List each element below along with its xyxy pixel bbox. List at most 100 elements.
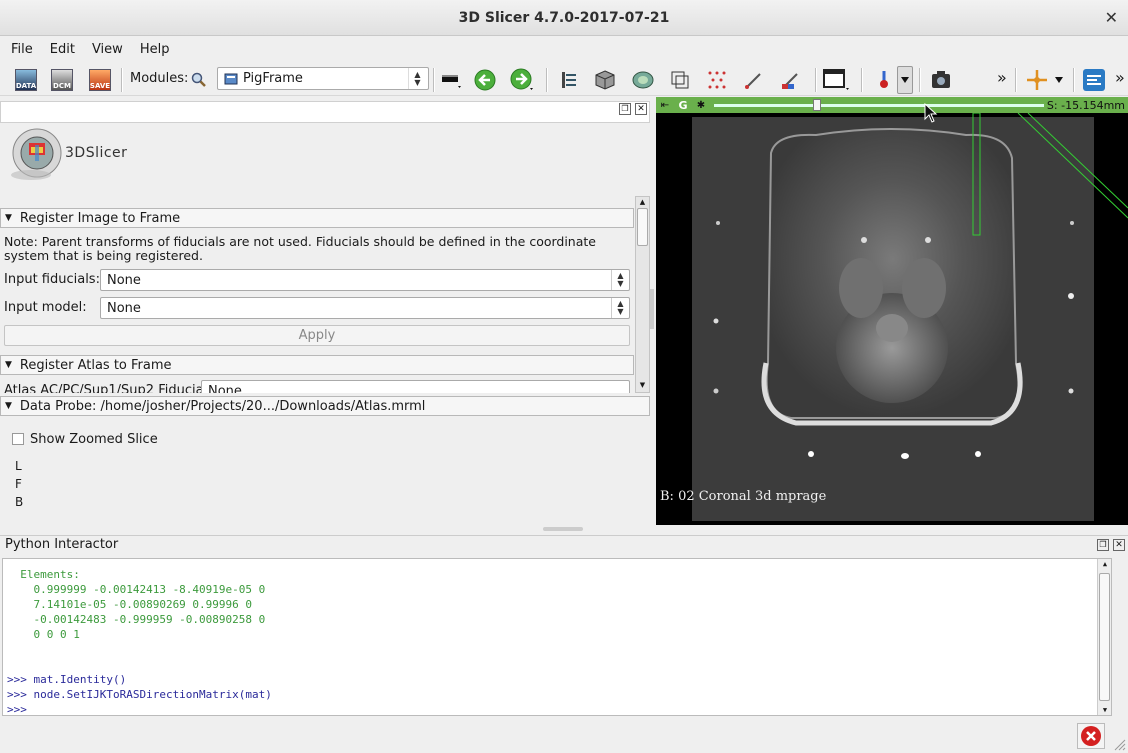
panel-splitter-handle[interactable] [650, 289, 654, 329]
load-data-button[interactable]: DATA [12, 66, 40, 94]
crosshair-dropdown[interactable] [1048, 66, 1070, 94]
modules-label: Modules: [130, 71, 189, 86]
dcm-icon-label: DCM [53, 82, 71, 90]
scrollbar-thumb[interactable] [637, 208, 648, 246]
module-panel-titlebar [0, 101, 650, 123]
mri-slice-image [692, 113, 1128, 521]
close-panel-icon[interactable]: ✕ [635, 103, 647, 115]
slice-overlay-label: B: 02 Coronal 3d mprage [660, 489, 827, 504]
menubar: File Edit View Help [0, 37, 1128, 62]
menu-edit[interactable]: Edit [44, 42, 81, 57]
save-button[interactable]: SAVE [86, 66, 114, 94]
vertical-splitter-handle[interactable] [543, 527, 583, 531]
arrow-right-icon [510, 68, 533, 90]
forward-button[interactable] [508, 66, 536, 94]
toolbar-overflow-button-2[interactable]: » [1115, 68, 1125, 87]
register-image-section-header[interactable]: ▼ Register Image to Frame [0, 208, 634, 228]
dicom-button[interactable]: DCM [48, 66, 76, 94]
extensions-icon [1083, 69, 1105, 91]
python-scrollbar-thumb[interactable] [1099, 573, 1110, 701]
toolbar-separator [121, 68, 123, 92]
data-probe-title: Data Probe: /home/josher/Projects/20.../… [19, 398, 426, 414]
segment-brush-icon [782, 73, 798, 89]
crosshair-button[interactable] [1023, 66, 1051, 94]
python-clipped-line [3, 559, 1111, 563]
editor-module-button[interactable] [740, 66, 768, 94]
toolbar-separator [919, 68, 921, 92]
volumes-module-button[interactable] [591, 66, 619, 94]
segment-editor-button[interactable] [777, 66, 805, 94]
python-line: >>> node.SetIJKToRASDirectionMatrix(mat) [7, 688, 272, 701]
extension-manager-button[interactable] [1080, 66, 1108, 94]
python-console-output[interactable]: Elements: 0.999999 -0.00142413 -8.40919e… [2, 558, 1112, 716]
slice-controller-bar: ⇤ G ✱ S: -15.154mm [656, 97, 1128, 113]
python-title: Python Interactor [5, 537, 119, 552]
link-icon[interactable]: ✱ [692, 100, 710, 111]
updown-arrows-icon: ▲ ▼ [611, 298, 629, 318]
float-python-icon[interactable]: ❐ [1097, 539, 1109, 551]
atlas-fiducials-select[interactable]: None [201, 380, 630, 393]
module-selector-value: PigFrame [243, 71, 303, 86]
layout-conventional-button[interactable] [555, 66, 583, 94]
toolbar-separator [433, 68, 435, 92]
register-atlas-title: Register Atlas to Frame [19, 357, 172, 373]
resize-grip-icon[interactable] [1112, 737, 1126, 751]
float-panel-icon[interactable]: ❐ [619, 103, 631, 115]
cube-icon [595, 70, 615, 90]
toolbar-separator [861, 68, 863, 92]
scroll-down-icon[interactable]: ▼ [1099, 706, 1111, 714]
menu-view[interactable]: View [86, 42, 129, 57]
back-button[interactable] [471, 66, 499, 94]
mouse-cursor-icon [924, 103, 938, 123]
module-search-icon[interactable] [188, 66, 210, 94]
python-line: >>> [7, 703, 27, 716]
mouse-mode-dropdown[interactable] [897, 66, 913, 94]
layout-grid-icon [823, 69, 849, 90]
scroll-up-icon[interactable]: ▲ [637, 198, 648, 208]
screenshot-button[interactable] [927, 66, 955, 94]
close-python-icon[interactable]: ✕ [1113, 539, 1125, 551]
slice-view-letter[interactable]: G [674, 99, 692, 112]
module-scrollbar[interactable]: ▲ ▼ [635, 196, 650, 393]
toolbar-separator [1073, 68, 1075, 92]
toolbar-separator [546, 68, 548, 92]
slice-offset-readout: S: -15.154mm [1046, 98, 1125, 112]
python-line: Elements: [7, 568, 80, 581]
input-fiducials-value: None [107, 272, 141, 288]
apply-button-label: Apply [298, 328, 336, 343]
python-scrollbar[interactable]: ▲ ▼ [1097, 559, 1111, 715]
python-line: 0.999999 -0.00142413 -8.40919e-05 0 [7, 583, 266, 596]
mouse-mode-button[interactable] [870, 66, 898, 94]
show-zoomed-checkbox[interactable] [12, 433, 24, 445]
updown-arrows-icon: ▲ ▼ [408, 68, 426, 89]
models-module-button[interactable] [629, 66, 657, 94]
save-icon: SAVE [89, 69, 111, 91]
slice-offset-slider[interactable] [714, 99, 1044, 111]
pin-icon[interactable]: ⇤ [656, 100, 674, 111]
layout-button[interactable] [822, 66, 850, 94]
transforms-module-button[interactable] [666, 66, 694, 94]
models-icon [632, 71, 654, 89]
module-history-button[interactable] [436, 66, 464, 94]
menu-file[interactable]: File [5, 42, 39, 57]
data-probe-section-header[interactable]: ▼ Data Probe: /home/josher/Projects/20..… [0, 396, 650, 416]
register-atlas-section-header[interactable]: ▼ Register Atlas to Frame [0, 355, 634, 375]
error-log-button[interactable] [1077, 723, 1105, 749]
pencil-icon [745, 73, 761, 89]
apply-button[interactable]: Apply [4, 325, 630, 346]
input-fiducials-select[interactable]: None ▲ ▼ [100, 269, 630, 291]
module-selector[interactable]: PigFrame ▲ ▼ [217, 67, 429, 90]
data-icon-label: DATA [15, 82, 37, 90]
window-close-button[interactable]: ✕ [1105, 9, 1118, 27]
slice-view-green[interactable]: B: 02 Coronal 3d mprage [656, 113, 1128, 525]
scroll-up-icon[interactable]: ▲ [1099, 560, 1111, 568]
collapse-triangle-icon: ▼ [5, 213, 12, 223]
slider-thumb[interactable] [813, 99, 821, 111]
slicer-logo-text: 3DSlicer [65, 145, 128, 161]
toolbar-overflow-button[interactable]: » [997, 68, 1007, 87]
markups-module-button[interactable] [703, 66, 731, 94]
input-model-select[interactable]: None ▲ ▼ [100, 297, 630, 319]
scroll-down-icon[interactable]: ▼ [637, 381, 648, 391]
menu-help[interactable]: Help [134, 42, 176, 57]
updown-arrows-icon: ▲ ▼ [611, 270, 629, 290]
